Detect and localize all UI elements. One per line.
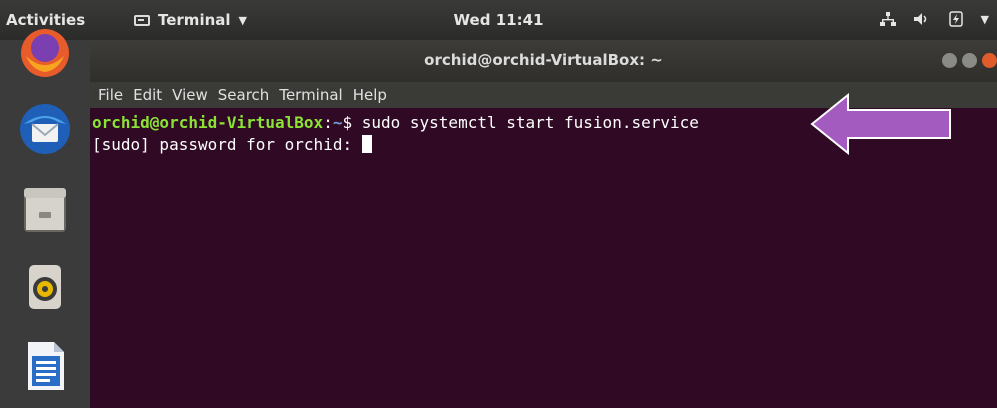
files-icon[interactable]	[18, 182, 72, 236]
menu-terminal[interactable]: Terminal	[279, 86, 342, 104]
prompt-user: orchid@orchid-VirtualBox	[92, 113, 324, 132]
menu-edit[interactable]: Edit	[133, 86, 162, 104]
power-icon	[948, 11, 963, 27]
firefox-icon[interactable]	[18, 26, 72, 80]
chevron-down-icon: ▼	[980, 12, 989, 26]
window-titlebar[interactable]: orchid@orchid-VirtualBox: ~	[90, 40, 997, 82]
left-arrow-annotation	[810, 93, 951, 155]
menu-search[interactable]: Search	[218, 86, 270, 104]
sudo-prompt: [sudo] password for orchid:	[92, 135, 362, 154]
window-controls	[942, 53, 997, 68]
volume-icon	[913, 13, 926, 25]
dock	[0, 29, 90, 408]
menu-file[interactable]: File	[98, 86, 123, 104]
clock[interactable]: Wed 11:41	[0, 11, 997, 29]
network-icon	[879, 12, 896, 26]
prompt-end: $	[342, 113, 362, 132]
minimize-icon[interactable]	[942, 53, 957, 68]
rhythmbox-icon[interactable]	[18, 260, 72, 314]
libreoffice-writer-icon[interactable]	[18, 338, 72, 392]
maximize-icon[interactable]	[962, 53, 977, 68]
text-cursor	[361, 135, 372, 153]
thunderbird-icon[interactable]	[18, 102, 72, 156]
menu-view[interactable]: View	[172, 86, 208, 104]
menu-help[interactable]: Help	[353, 86, 387, 104]
top-bar: Activities Terminal ▼ Wed 11:41 ▼	[0, 0, 997, 40]
command-text: sudo systemctl start fusion.service	[361, 113, 699, 132]
system-tray[interactable]: ▼	[879, 10, 989, 28]
window-title: orchid@orchid-VirtualBox: ~	[424, 51, 663, 69]
prompt-sep: :	[323, 113, 333, 132]
close-icon[interactable]	[982, 53, 997, 68]
